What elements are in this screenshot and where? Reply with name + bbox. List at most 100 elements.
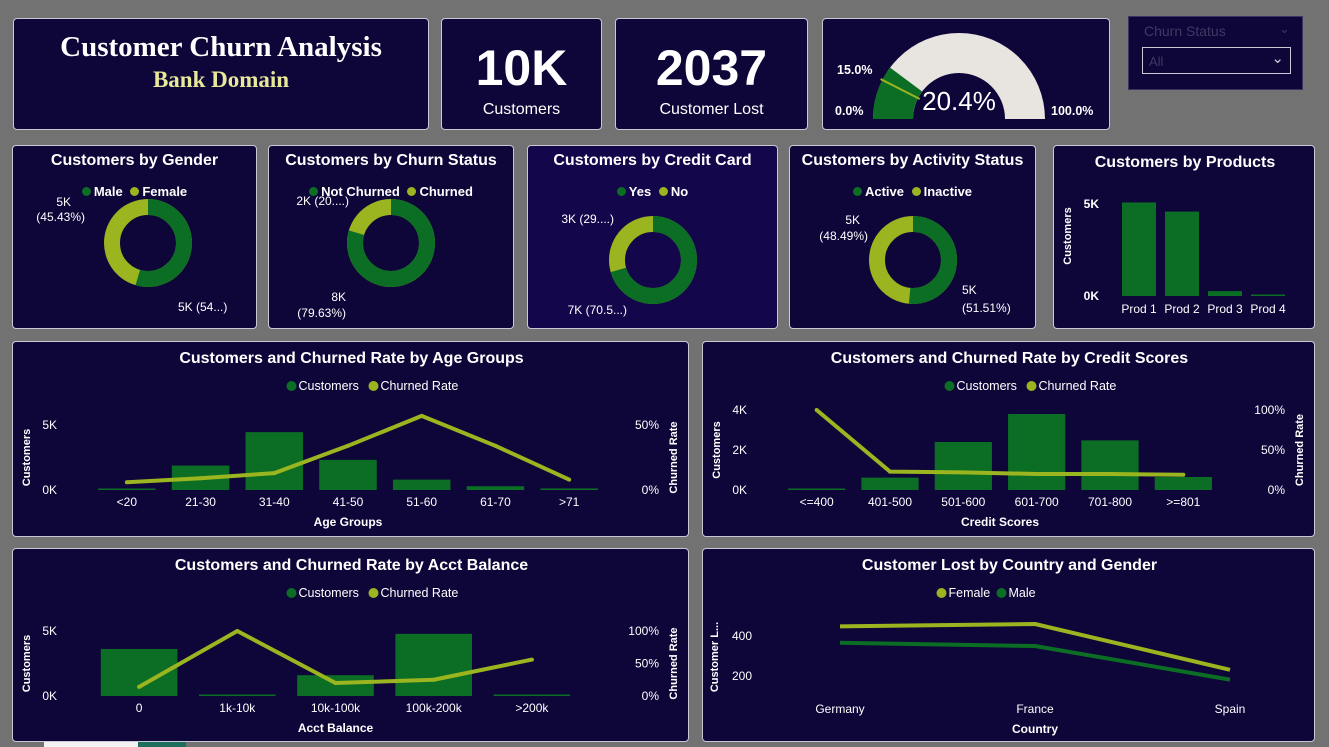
donut-data-label: 3K (29....) <box>561 212 614 226</box>
x-axis-title: Country <box>1012 722 1058 736</box>
bar[interactable] <box>540 488 598 490</box>
x-tick-label: Prod 3 <box>1207 302 1243 316</box>
y-tick-label: 400 <box>732 629 752 643</box>
x-axis-title: Acct Balance <box>298 721 374 735</box>
chart-title: Customers and Churned Rate by Credit Sco… <box>831 350 1189 367</box>
donut-data-label: 5K (54...) <box>178 300 227 314</box>
kpi-lost-label: Customer Lost <box>659 101 764 118</box>
bar[interactable] <box>319 459 377 490</box>
line-point[interactable] <box>235 629 240 633</box>
line-point[interactable] <box>346 443 350 448</box>
legend-label: Customers <box>957 379 1017 393</box>
line-point[interactable] <box>814 408 819 412</box>
kpi-customers-label: Customers <box>482 101 561 118</box>
line-point[interactable] <box>137 684 142 689</box>
slicer-label: Churn Status <box>1144 23 1226 39</box>
y-tick-label: 200 <box>732 669 752 683</box>
chart-title: Customers and Churned Rate by Acct Balan… <box>175 557 528 574</box>
age-groups-chart-card: Customers and Churned Rate by Age Groups… <box>12 341 689 537</box>
page-tab-bar <box>0 742 1329 747</box>
y2-tick-label: 0% <box>642 689 660 703</box>
gauge-max: 100.0% <box>1051 104 1093 118</box>
churn-status-donut-card: Customers by Churn Status Not Churned Chu… <box>268 145 514 329</box>
y-tick-label: 0K <box>732 483 747 497</box>
product-bar[interactable] <box>1251 294 1285 297</box>
kpi-lost-card: 2037 Customer Lost <box>615 18 808 130</box>
line-point[interactable] <box>431 677 436 682</box>
gender-donut-card: Customers by Gender Male Female 5K (45.43%)… <box>12 145 257 329</box>
donut-data-label: 5K <box>962 283 977 297</box>
bar[interactable] <box>788 488 846 491</box>
donut-chart: 5K(45.43%) 5K (54...) <box>36 195 227 314</box>
slicer-dropdown[interactable]: All ⌄ <box>1142 47 1291 74</box>
donut-slice-primary[interactable] <box>908 216 957 304</box>
bar[interactable] <box>1081 440 1139 490</box>
churn-status-slicer: Churn Status ⌄ All ⌄ <box>1128 16 1303 90</box>
products-chart-card: Customers by Products Prod 1 Prod 2 Prod 3 P… <box>1053 145 1315 329</box>
x-tick-label: >71 <box>559 495 580 509</box>
series-line[interactable] <box>839 640 1231 682</box>
donut-data-label: 5K <box>845 213 860 227</box>
page-tab-active[interactable] <box>138 742 186 747</box>
line-point[interactable] <box>1034 472 1039 476</box>
chevron-down-icon[interactable]: ⌄ <box>1279 21 1290 37</box>
bar[interactable] <box>1008 414 1066 490</box>
line-point[interactable] <box>493 443 498 448</box>
bar[interactable] <box>934 442 992 490</box>
line-point[interactable] <box>333 681 338 685</box>
bar[interactable] <box>1154 477 1212 490</box>
legend-dot-icon <box>286 588 297 598</box>
line-point[interactable] <box>1181 472 1186 477</box>
line-point[interactable] <box>419 413 424 418</box>
x-tick-label: 41-50 <box>333 495 364 509</box>
acct-balance-chart-card: Customers and Churned Rate by Acct Balan… <box>12 548 689 742</box>
products-chart: Customers by Products Prod 1 Prod 2 Prod 3 P… <box>1062 154 1286 316</box>
y-axis-title: Customer L... <box>709 622 721 692</box>
bar[interactable] <box>297 675 374 696</box>
x-axis-title: Credit Scores <box>961 515 1039 529</box>
bar[interactable] <box>493 694 571 697</box>
bar[interactable] <box>245 432 304 490</box>
product-bar[interactable] <box>1122 202 1156 296</box>
bar[interactable] <box>861 477 919 490</box>
y2-tick-label: 0% <box>1268 483 1286 497</box>
gauge-target-label: 15.0% <box>837 63 872 77</box>
y-tick-label: 5K <box>42 624 57 638</box>
bar[interactable] <box>199 694 276 697</box>
line-point[interactable] <box>567 477 572 482</box>
line-point[interactable] <box>529 657 534 662</box>
y2-tick-label: 100% <box>628 624 659 638</box>
age-groups-chart: Customers and Churned Rate by Age Groups… <box>21 350 680 529</box>
legend-label: Customers <box>299 379 359 393</box>
bar[interactable] <box>395 633 472 696</box>
line-point[interactable] <box>124 480 129 485</box>
churn-rate-gauge: 20.4% 0.0% 100.0% 15.0% <box>835 33 1093 119</box>
line-point[interactable] <box>272 471 277 476</box>
y2-tick-label: 50% <box>635 418 659 432</box>
x-tick-label: Spain <box>1215 702 1246 716</box>
y-axis-title: Customers <box>711 421 723 478</box>
page-tab[interactable] <box>44 742 138 747</box>
gauge-min: 0.0% <box>835 104 864 118</box>
line-point[interactable] <box>198 476 203 481</box>
donut-data-label: 7K (70.5...) <box>568 303 627 317</box>
x-tick-label: 61-70 <box>480 495 511 509</box>
acct-balance-chart: Customers and Churned Rate by Acct Balan… <box>21 557 680 735</box>
activity-donut-card: Customers by Activity Status Active Inact… <box>789 145 1036 329</box>
product-bar[interactable] <box>1165 211 1199 296</box>
bar[interactable] <box>466 486 525 490</box>
legend-label: Female <box>949 586 991 600</box>
line-point[interactable] <box>961 470 966 475</box>
legend-dot-icon <box>368 381 379 391</box>
donut-data-label: 2K (20....) <box>296 194 349 208</box>
line-point[interactable] <box>1108 472 1112 476</box>
x-tick-label: 100k-200k <box>406 701 463 715</box>
bar[interactable] <box>392 479 451 490</box>
donut-data-label: (45.43%) <box>36 210 85 224</box>
kpi-customers-value: 10K <box>475 40 568 96</box>
bar[interactable] <box>98 488 156 491</box>
title-card: Customer Churn Analysis Bank Domain <box>13 18 429 130</box>
product-bar[interactable] <box>1208 291 1242 296</box>
line-point[interactable] <box>888 469 892 474</box>
gauge-value: 20.4% <box>922 86 996 116</box>
